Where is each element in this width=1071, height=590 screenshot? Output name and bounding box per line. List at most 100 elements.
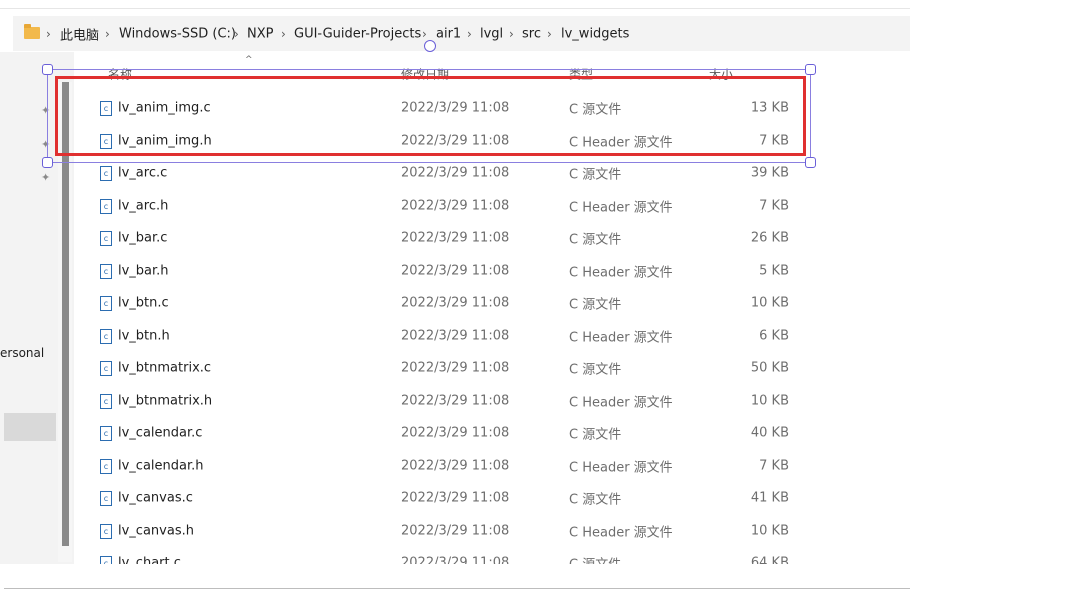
file-size: 10 KB xyxy=(750,393,789,408)
file-size: 6 KB xyxy=(759,328,789,343)
file-type: C 源文件 xyxy=(569,297,622,313)
file-row[interactable]: c lv_btnmatrix.h 2022/3/29 11:08 C Header 源… xyxy=(74,385,910,417)
file-type: C 源文件 xyxy=(569,362,622,378)
c-file-icon: c xyxy=(100,426,112,441)
file-size: 5 KB xyxy=(759,263,789,278)
c-file-icon: c xyxy=(100,393,112,409)
file-type: C 源文件 xyxy=(569,492,622,508)
pin-icon[interactable]: ✦ xyxy=(41,171,50,184)
resize-handle[interactable] xyxy=(42,64,53,75)
breadcrumb-item[interactable]: src xyxy=(522,27,541,42)
file-date: 2022/3/29 11:08 xyxy=(401,425,510,441)
file-date: 2022/3/29 11:08 xyxy=(401,328,510,343)
file-row[interactable]: c lv_btn.h 2022/3/29 11:08 C Header 源文件 6 KB xyxy=(74,320,910,352)
file-name[interactable]: lv_canvas.h xyxy=(118,523,194,538)
resize-handle[interactable] xyxy=(805,157,816,168)
nav-item-selected[interactable] xyxy=(4,413,56,441)
file-size: 41 KB xyxy=(750,490,789,506)
file-type: C Header 源文件 xyxy=(569,460,673,475)
nav-item-personal[interactable]: ersonal xyxy=(0,346,44,360)
file-date: 2022/3/29 11:08 xyxy=(401,295,510,311)
file-name[interactable]: lv_bar.c xyxy=(118,231,167,246)
chevron-right-icon: › xyxy=(422,27,427,41)
c-file-icon: c xyxy=(100,231,112,246)
chevron-right-icon: › xyxy=(46,27,51,41)
c-file-icon: c xyxy=(100,166,112,181)
c-file-icon: c xyxy=(100,361,112,376)
file-size: 40 KB xyxy=(750,425,789,441)
rotate-handle[interactable] xyxy=(424,40,436,52)
file-name[interactable]: lv_btnmatrix.h xyxy=(118,393,212,408)
file-name[interactable]: lv_bar.h xyxy=(118,263,169,278)
file-type: C 源文件 xyxy=(569,232,622,248)
file-type: C Header 源文件 xyxy=(569,395,673,410)
file-size: 10 KB xyxy=(750,523,789,538)
sort-ascending-icon: ^ xyxy=(245,55,253,65)
top-divider xyxy=(0,8,910,9)
resize-handle[interactable] xyxy=(42,157,53,168)
file-type: C Header 源文件 xyxy=(569,525,673,540)
c-file-icon: c xyxy=(100,523,112,539)
c-file-icon: c xyxy=(100,491,112,506)
file-name[interactable]: lv_arc.h xyxy=(118,198,168,213)
c-file-icon: c xyxy=(100,198,112,214)
file-name[interactable]: lv_calendar.c xyxy=(118,426,202,441)
file-date: 2022/3/29 11:08 xyxy=(401,360,510,376)
file-row[interactable]: c lv_canvas.h 2022/3/29 11:08 C Header 源文件 1… xyxy=(74,515,910,547)
breadcrumb-item[interactable]: lvgl xyxy=(480,27,503,42)
list-bottom-mask xyxy=(74,564,910,590)
file-type: C 源文件 xyxy=(569,167,622,183)
file-row[interactable]: c lv_arc.h 2022/3/29 11:08 C Header 源文件 7 KB xyxy=(74,190,910,222)
file-type: C Header 源文件 xyxy=(569,330,673,345)
bottom-divider xyxy=(4,588,910,589)
file-row[interactable]: c lv_calendar.h 2022/3/29 11:08 C Header 源文… xyxy=(74,450,910,482)
file-name[interactable]: lv_calendar.h xyxy=(118,458,204,473)
file-type: C Header 源文件 xyxy=(569,265,673,280)
resize-handle[interactable] xyxy=(805,64,816,75)
file-row[interactable]: c lv_bar.h 2022/3/29 11:08 C Header 源文件 5 KB xyxy=(74,255,910,287)
c-file-icon: c xyxy=(100,458,112,474)
file-type: C Header 源文件 xyxy=(569,200,673,215)
file-date: 2022/3/29 11:08 xyxy=(401,230,510,246)
highlight-rectangle xyxy=(55,76,806,156)
breadcrumb-item[interactable]: air1 xyxy=(436,27,461,42)
file-name[interactable]: lv_btn.c xyxy=(118,296,169,311)
file-size: 10 KB xyxy=(750,295,789,311)
file-size: 7 KB xyxy=(759,198,789,213)
chevron-right-icon: › xyxy=(105,27,110,41)
file-date: 2022/3/29 11:08 xyxy=(401,490,510,506)
breadcrumb-item[interactable]: 此电脑 xyxy=(60,25,99,44)
file-type: C 源文件 xyxy=(569,427,622,443)
file-size: 7 KB xyxy=(759,458,789,473)
file-name[interactable]: lv_btnmatrix.c xyxy=(118,361,211,376)
file-date: 2022/3/29 11:08 xyxy=(401,458,510,473)
file-name[interactable]: lv_canvas.c xyxy=(118,491,193,506)
chevron-right-icon: › xyxy=(467,27,472,41)
file-row[interactable]: c lv_btnmatrix.c 2022/3/29 11:08 C 源文件 50 KB xyxy=(74,352,910,384)
file-row[interactable]: c lv_calendar.c 2022/3/29 11:08 C 源文件 40 KB xyxy=(74,417,910,449)
chevron-right-icon: › xyxy=(234,27,239,41)
file-row[interactable]: c lv_bar.c 2022/3/29 11:08 C 源文件 26 KB xyxy=(74,222,910,254)
file-size: 50 KB xyxy=(750,360,789,376)
breadcrumb-item[interactable]: NXP xyxy=(247,27,273,42)
c-file-icon: c xyxy=(100,263,112,279)
chevron-right-icon: › xyxy=(281,27,286,41)
c-file-icon: c xyxy=(100,296,112,311)
breadcrumb-item[interactable]: Windows-SSD (C:) xyxy=(119,27,236,42)
file-date: 2022/3/29 11:08 xyxy=(401,523,510,538)
chevron-right-icon: › xyxy=(509,27,514,41)
file-name[interactable]: lv_arc.c xyxy=(118,166,167,181)
file-date: 2022/3/29 11:08 xyxy=(401,393,510,408)
file-size: 39 KB xyxy=(750,165,789,181)
folder-icon xyxy=(24,24,40,39)
file-date: 2022/3/29 11:08 xyxy=(401,263,510,278)
file-row[interactable]: c lv_canvas.c 2022/3/29 11:08 C 源文件 41 KB xyxy=(74,482,910,514)
chevron-right-icon: › xyxy=(547,27,552,41)
file-row[interactable]: c lv_btn.c 2022/3/29 11:08 C 源文件 10 KB xyxy=(74,287,910,319)
breadcrumb-item[interactable]: lv_widgets xyxy=(561,27,629,42)
file-name[interactable]: lv_btn.h xyxy=(118,328,170,343)
file-date: 2022/3/29 11:08 xyxy=(401,198,510,213)
file-date: 2022/3/29 11:08 xyxy=(401,165,510,181)
c-file-icon: c xyxy=(100,328,112,344)
breadcrumb-item[interactable]: GUI-Guider-Projects xyxy=(294,27,421,42)
